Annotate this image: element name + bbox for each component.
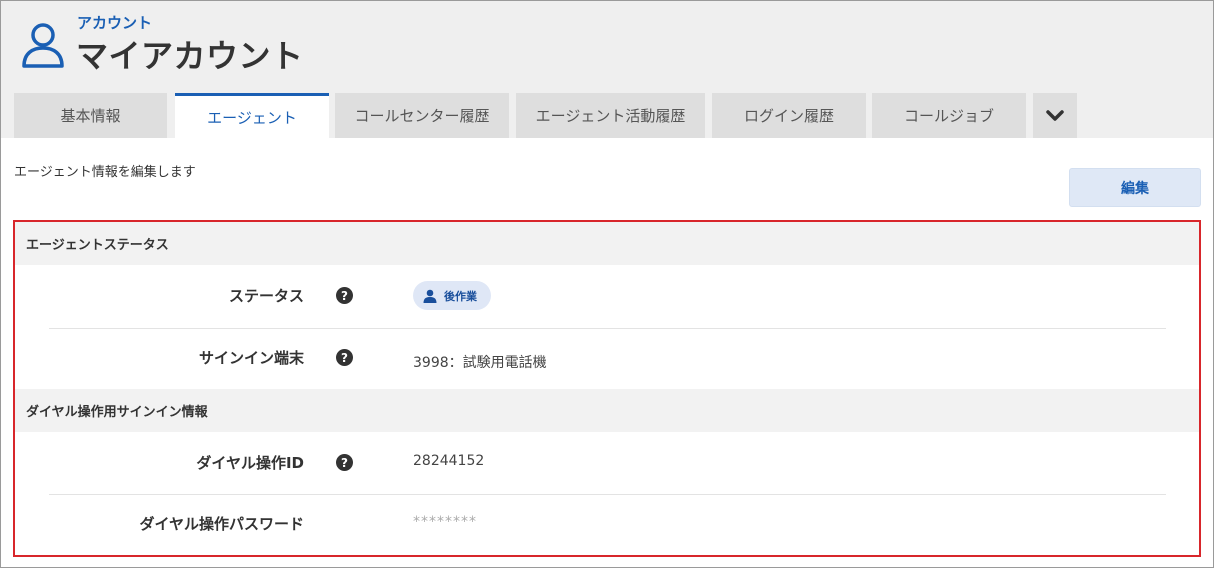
section-header-dial-signin: ダイヤル操作用サインイン情報 <box>15 389 1199 432</box>
page-title: マイアカウント <box>76 37 304 75</box>
tab-agent-activity-history[interactable]: エージェント活動履歴 <box>516 93 705 138</box>
status-badge: 後作業 <box>413 281 491 310</box>
edit-button[interactable]: 編集 <box>1069 168 1201 207</box>
tab-label: ログイン履歴 <box>743 107 834 125</box>
tabs-more-button[interactable] <box>1033 93 1077 138</box>
divider <box>49 328 1166 329</box>
help-icon[interactable]: ? <box>336 454 353 471</box>
tab-agent[interactable]: エージェント <box>175 93 329 138</box>
help-icon[interactable]: ? <box>336 287 353 304</box>
divider <box>49 494 1166 495</box>
dial-password-label: ダイヤル操作パスワード <box>139 515 304 533</box>
tab-label: コールジョブ <box>903 107 994 125</box>
dial-id-value: 28244152 <box>413 453 485 469</box>
chevron-down-icon <box>1046 109 1064 121</box>
status-value: 後作業 <box>444 289 477 303</box>
signin-terminal-value: 3998：試験用電話機 <box>413 355 547 371</box>
tab-basic-info[interactable]: 基本情報 <box>14 93 167 138</box>
tab-call-job[interactable]: コールジョブ <box>872 93 1026 138</box>
tab-label: コールセンター履歴 <box>354 107 490 125</box>
tab-label: 基本情報 <box>60 107 121 125</box>
signin-terminal-label: サインイン端末 <box>198 349 304 367</box>
tab-label: エージェント活動履歴 <box>535 107 686 125</box>
dial-password-value: ******** <box>413 514 477 530</box>
breadcrumb[interactable]: アカウント <box>77 12 152 33</box>
tab-label: エージェント <box>207 108 297 127</box>
tab-call-center-history[interactable]: コールセンター履歴 <box>335 93 509 138</box>
status-label: ステータス <box>228 287 304 305</box>
user-icon <box>423 289 437 303</box>
page-description: エージェント情報を編集します <box>14 165 196 180</box>
user-icon <box>22 23 64 68</box>
dial-id-label: ダイヤル操作ID <box>196 454 304 472</box>
help-icon[interactable]: ? <box>336 349 353 366</box>
tab-login-history[interactable]: ログイン履歴 <box>712 93 866 138</box>
section-header-agent-status: エージェントステータス <box>15 222 1199 265</box>
